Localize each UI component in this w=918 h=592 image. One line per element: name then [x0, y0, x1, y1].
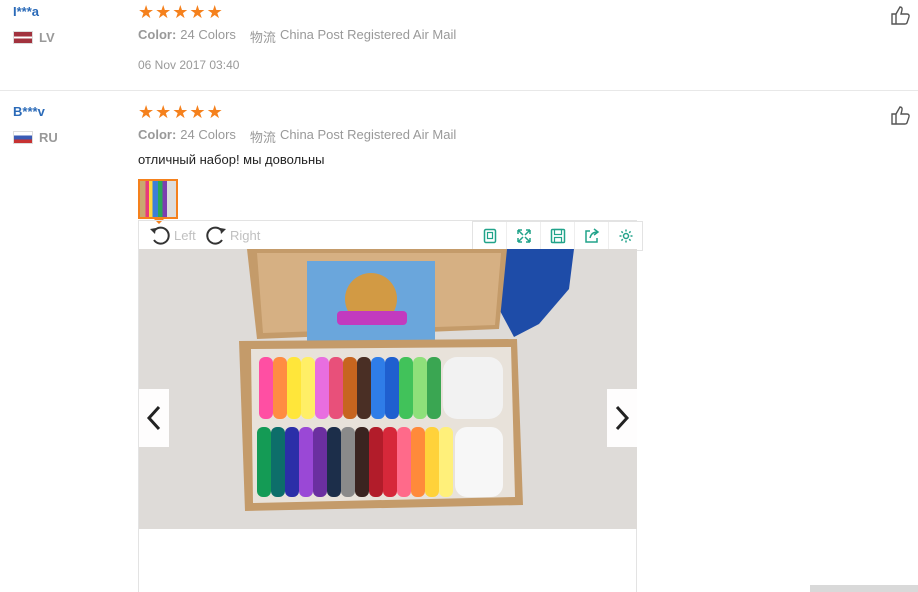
- shipping-value: China Post Registered Air Mail: [279, 27, 457, 42]
- rotate-right-button[interactable]: Right: [205, 225, 260, 245]
- reviewer-name[interactable]: I***a: [13, 4, 39, 19]
- fit-screen-icon: [483, 228, 496, 244]
- reviewer-name[interactable]: B***v: [13, 104, 45, 119]
- review-photo-thumbnail[interactable]: [138, 179, 178, 219]
- review-item: I***a LV ★ ★ ★ ★ ★ Color: 24 Colors 物流 C…: [0, 0, 918, 91]
- star-rating: ★ ★ ★ ★ ★: [138, 3, 224, 21]
- fullscreen-icon: [516, 229, 531, 243]
- order-info: Color: 24 Colors 物流 China Post Registere…: [138, 127, 470, 146]
- star-icon: ★: [189, 102, 206, 122]
- star-icon: ★: [172, 102, 189, 122]
- order-info: Color: 24 Colors 物流 China Post Registere…: [138, 27, 470, 46]
- shipping-value: China Post Registered Air Mail: [279, 127, 457, 142]
- country-code: RU: [39, 130, 58, 145]
- settings-button[interactable]: [609, 222, 642, 250]
- save-icon: [550, 228, 565, 244]
- share-icon: [584, 228, 599, 243]
- star-icon: ★: [138, 2, 155, 22]
- rotate-right-icon: [206, 226, 226, 245]
- review-item: B***v RU ★ ★ ★ ★ ★ Color: 24 Colors 物流 C…: [0, 91, 918, 592]
- scroll-indicator: [810, 585, 918, 592]
- color-value: 24 Colors: [180, 27, 236, 42]
- star-icon: ★: [189, 2, 206, 22]
- thumbs-up-icon[interactable]: [890, 105, 912, 125]
- thumbs-up-icon[interactable]: [890, 5, 912, 25]
- color-label: Color:: [138, 27, 177, 42]
- image-viewer: Left Right: [138, 220, 643, 592]
- star-icon: ★: [155, 2, 172, 22]
- reviewer-country: LV: [13, 30, 55, 45]
- share-button[interactable]: [575, 222, 609, 250]
- flag-lv-icon: [13, 31, 33, 44]
- previous-image-button[interactable]: [139, 389, 169, 447]
- star-icon: ★: [138, 102, 155, 122]
- country-code: LV: [39, 30, 55, 45]
- rotate-left-label: Left: [174, 227, 196, 243]
- fullscreen-button[interactable]: [507, 222, 541, 250]
- next-image-button[interactable]: [607, 389, 637, 447]
- review-date: 06 Nov 2017 03:40: [138, 58, 240, 72]
- color-value: 24 Colors: [180, 127, 236, 142]
- save-button[interactable]: [541, 222, 575, 250]
- viewer-toolbar: [472, 221, 643, 251]
- star-icon: ★: [172, 2, 189, 22]
- shipping-label: 物流: [249, 30, 276, 45]
- star-icon: ★: [206, 2, 223, 22]
- star-rating: ★ ★ ★ ★ ★: [138, 103, 224, 121]
- settings-icon: [619, 229, 632, 243]
- star-icon: ★: [155, 102, 172, 122]
- reviewer-country: RU: [13, 130, 58, 145]
- shipping-label: 物流: [249, 130, 276, 145]
- flag-ru-icon: [13, 131, 33, 144]
- color-label: Color:: [138, 127, 177, 142]
- star-icon: ★: [206, 102, 223, 122]
- rotate-left-icon: [150, 226, 170, 245]
- rotate-right-label: Right: [230, 227, 261, 243]
- fit-screen-button[interactable]: [473, 222, 507, 250]
- rotate-left-button[interactable]: Left: [149, 225, 196, 245]
- chevron-left-icon: [146, 405, 161, 431]
- chevron-right-icon: [615, 405, 630, 431]
- review-photo: [139, 249, 637, 529]
- review-text: отличный набор! мы довольны: [138, 152, 325, 167]
